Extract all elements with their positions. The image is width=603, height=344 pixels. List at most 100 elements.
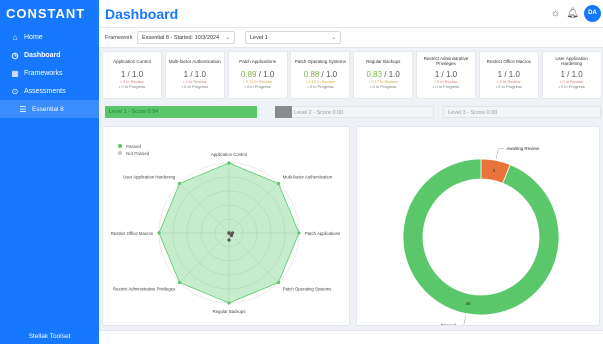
framework-select-value: Essential 8 - Started: 10/3/2024 <box>142 35 220 41</box>
chevron-down-icon: ⌄ <box>330 35 336 41</box>
level-3-bar[interactable]: Level 3 - Score 0.00 <box>443 106 601 118</box>
metric-card[interactable]: Patch Applications 0.89 / 1.0 • 0.11 In Re… <box>227 51 288 99</box>
level-select[interactable]: Level 1 ⌄ <box>245 31 341 44</box>
radar-point <box>227 231 231 235</box>
metric-card-score-value: 1 <box>183 70 189 79</box>
metric-cards: Application Control 1 / 1.0 • 0 In Review •… <box>102 51 602 99</box>
metric-card[interactable]: Application Control 1 / 1.0 • 0 In Review •… <box>102 51 162 99</box>
donut-category-label: Awaiting Review <box>506 146 540 151</box>
legend-swatch <box>118 151 122 155</box>
metric-card-score: 0.88 / 1.0 <box>303 70 338 79</box>
metric-card-in-progress: • 0 In Progress <box>118 84 146 89</box>
sidebar-item-dashboard[interactable]: ◷ Dashboard <box>0 46 99 64</box>
metric-card-score-total: 1.0 <box>194 70 206 79</box>
metric-card-in-progress: • 0 In Progress <box>307 84 334 89</box>
sidebar-item-label: Dashboard <box>24 51 61 59</box>
sidebar: CONSTANT ⌂ Home ◷ Dashboard ▦ Frameworks… <box>0 0 99 344</box>
metric-card-title: Application Control <box>113 58 151 64</box>
home-icon: ⌂ <box>12 32 18 42</box>
metric-card-score-value: 0.83 <box>366 70 383 79</box>
level-1-bar[interactable]: Level 1 - Score 0.94 <box>105 106 257 118</box>
metric-card-score-total: 1.0 <box>508 70 520 79</box>
metric-card-title: Multi-factor Authentication <box>168 58 221 64</box>
sidebar-item-frameworks[interactable]: ▦ Frameworks <box>0 64 99 82</box>
legend-swatch <box>118 144 122 148</box>
legend-label: Not Passed <box>126 151 150 156</box>
metric-card-title: Regular Backups <box>366 58 401 64</box>
sidebar-item-essential-8[interactable]: ☰ Essential 8 <box>0 100 99 118</box>
radar-chart-panel: Application Control Multi-factor Authenti… <box>102 126 350 326</box>
bottom-strip <box>99 330 603 344</box>
metric-card-score-value: 1 <box>434 70 440 79</box>
metric-card-score-total: 1.0 <box>571 70 583 79</box>
radar-axis-label: Patch Applications <box>305 231 340 236</box>
radar-point <box>276 280 281 285</box>
list-icon: ☰ <box>19 104 27 114</box>
radar-point <box>297 231 301 235</box>
metric-card-score-value: 1 <box>120 70 126 79</box>
sidebar-item-label: Frameworks <box>24 69 63 77</box>
sidebar-item-assessments[interactable]: ⊙ Assessments <box>0 82 99 100</box>
metric-card-in-progress: • 0 In Progress <box>181 84 208 89</box>
sidebar-footer: Stellak Toolset <box>28 333 71 340</box>
metric-card[interactable]: Patch Operating Systems 0.88 / 1.0 • 0.13 … <box>290 51 351 99</box>
radar-axis-label: Regular Backups <box>213 309 246 314</box>
radar-point <box>157 231 161 235</box>
donut-leader-line <box>496 148 505 159</box>
metric-card-score: 1 / 1.0 <box>434 70 458 79</box>
framework-select[interactable]: Essential 8 - Started: 10/3/2024 ⌄ <box>137 31 235 44</box>
header: Dashboard ☼ 🔔︎ DA <box>99 0 603 28</box>
metric-card[interactable]: Restrict Office Macros 1 / 1.0 • 0 In Revi… <box>478 51 539 99</box>
brand-logo: CONSTANT <box>6 6 86 21</box>
radar-point <box>227 161 231 165</box>
metric-card-score-value: 1 <box>497 70 503 79</box>
radar-point <box>177 181 182 186</box>
metric-card-score-total: 1.0 <box>132 70 144 79</box>
app-root: CONSTANT ⌂ Home ◷ Dashboard ▦ Frameworks… <box>0 0 603 344</box>
radar-axis-label: User Application Hardening <box>123 174 176 179</box>
radar-axis-label: Patch Operating Systems <box>283 287 332 292</box>
metric-card-score-value: 1 <box>560 70 565 79</box>
theme-toggle-icon[interactable]: ☼ <box>551 8 560 19</box>
radar-axis-label: Restrict Administrative Privileges <box>113 287 175 292</box>
metric-card-score-total: 1.0 <box>446 70 458 79</box>
radar-chart: Application Control Multi-factor Authenti… <box>111 144 340 314</box>
donut-chart: 3Awaiting Review46Passed <box>402 146 560 328</box>
metric-card-score: 1 / 1.0 <box>120 70 144 79</box>
radar-point <box>177 280 182 285</box>
metric-card[interactable]: Regular Backups 0.83 / 1.0 • 0.17 In Revie… <box>353 51 414 99</box>
metric-card[interactable]: Restrict Administrative Privileges 1 / 1.… <box>416 51 476 99</box>
metric-card-in-progress: • 0 In Progress <box>558 84 585 89</box>
sidebar-item-label: Assessments <box>24 87 66 95</box>
sidebar-item-home[interactable]: ⌂ Home <box>0 28 99 46</box>
metric-card[interactable]: Multi-factor Authentication 1 / 1.0 • 0 In… <box>164 51 225 99</box>
metric-card-score-value: 0.89 <box>240 70 257 79</box>
metric-card-score-total: 1.0 <box>388 70 400 79</box>
grid-icon: ▦ <box>11 68 19 78</box>
metric-card-score: 0.83 / 1.0 <box>366 70 400 79</box>
metric-card-title: Patch Applications <box>239 58 276 64</box>
metric-card-score-value: 0.88 <box>303 70 320 79</box>
radar-point <box>227 301 231 305</box>
metric-card-title: Patch Operating Systems <box>294 58 346 64</box>
metric-card-in-progress: • 0 In Progress <box>370 84 397 89</box>
radar-axis-label: Multi-factor Authentication <box>283 174 333 179</box>
metric-card-score: 1 / 1.0 <box>183 70 206 79</box>
dashboard-icon: ◷ <box>11 50 19 60</box>
metric-card-score: 0.89 / 1.0 <box>240 70 275 79</box>
metric-card-title: Restrict Office Macros <box>486 58 531 64</box>
metric-card-title: Restrict Administrative Privileges <box>423 56 469 66</box>
metric-card-score-total: 1.0 <box>263 70 275 79</box>
bell-icon[interactable]: 🔔︎ <box>566 8 579 19</box>
level-2-bar[interactable]: Level 2 - Score 0.00 <box>275 106 434 118</box>
radar-point <box>276 181 281 186</box>
level-2-indicator <box>275 106 292 118</box>
framework-label: Framework <box>105 35 133 41</box>
metric-card-in-progress: • 0 In Progress <box>495 84 522 89</box>
page-title: Dashboard <box>105 6 179 22</box>
donut-slice-passed <box>402 158 560 316</box>
legend-label: Passed <box>126 144 142 149</box>
avatar[interactable]: DA <box>584 5 601 22</box>
donut-chart-panel: 3Awaiting Review46Passed <box>356 126 600 328</box>
metric-card[interactable]: User Application Hardening 1 / 1.0 • 0 In … <box>541 51 602 99</box>
